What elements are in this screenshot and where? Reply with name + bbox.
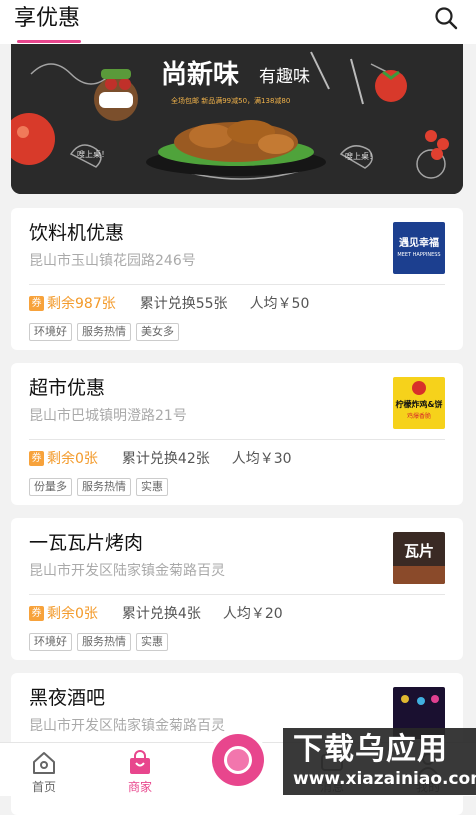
store-stats: 券剩余0张 累计兑换42张 人均￥30 — [29, 449, 292, 469]
exchange-count: 累计兑换4张 — [121, 606, 201, 622]
promo-banner[interactable]: 尚新味 有趣味 全场包邮 新品满99减50，满138减80 嗖上桌！ 嗖上桌！ — [11, 44, 463, 194]
avg-price: 人均￥50 — [249, 296, 310, 312]
watermark-url: www.xiazainiao.com — [293, 769, 476, 789]
camera-lens-icon — [224, 746, 252, 774]
store-card[interactable]: 一瓦瓦片烤肉 昆山市开发区陆家镇金菊路百灵 瓦片 券剩余0张 累计兑换4张 人均￥2… — [11, 518, 463, 660]
home-icon — [33, 752, 55, 774]
tab-label: 商家 — [127, 780, 152, 794]
store-address: 昆山市开发区陆家镇金菊路百灵 — [29, 563, 225, 579]
store-tags: 环境好 服务热情 美女多 — [29, 320, 184, 341]
avg-price: 人均￥30 — [231, 451, 292, 467]
store-stats: 券剩余987张 累计兑换55张 人均￥50 — [29, 294, 309, 314]
watermark: 下载乌应用 www.xiazainiao.com — [283, 728, 476, 795]
store-thumbnail: 柠檬炸鸡&饼 鸡爆香脆 — [393, 377, 445, 429]
banner-headline: 尚新味 — [161, 60, 240, 90]
coupon-icon: 券 — [29, 296, 44, 311]
banner-tag-left: 嗖上桌！ — [77, 150, 109, 159]
store-tag: 服务热情 — [77, 323, 131, 341]
store-thumbnail: 遇见幸福 MEET HAPPINESS — [393, 222, 445, 274]
store-tag: 环境好 — [29, 323, 72, 341]
chicken-logo-icon — [412, 381, 426, 395]
watermark-title: 下载乌应用 — [293, 732, 448, 767]
store-tag: 实惠 — [136, 633, 168, 651]
banner-tag-right: 嗖上桌！ — [345, 152, 377, 161]
shopping-bag-icon — [130, 750, 150, 774]
store-tags: 份量多 服务热情 实惠 — [29, 475, 173, 496]
title-active-indicator — [17, 40, 81, 43]
search-icon[interactable] — [434, 6, 458, 30]
store-name: 一瓦瓦片烤肉 — [29, 532, 144, 554]
store-tags: 环境好 服务热情 实惠 — [29, 630, 173, 651]
store-stats: 券剩余0张 累计兑换4张 人均￥20 — [29, 604, 283, 624]
camera-button[interactable] — [208, 730, 268, 790]
divider — [29, 439, 445, 440]
exchange-count: 累计兑换55张 — [139, 296, 228, 312]
store-address: 昆山市开发区陆家镇金菊路百灵 — [29, 718, 225, 734]
coupon-icon: 券 — [29, 606, 44, 621]
tab-merchants[interactable]: 商家 — [100, 743, 180, 796]
divider — [29, 284, 445, 285]
store-tag: 实惠 — [136, 478, 168, 496]
coupon-remaining: 剩余0张 — [47, 451, 98, 467]
tab-home[interactable]: 首页 — [4, 743, 84, 796]
store-tag: 美女多 — [136, 323, 179, 341]
store-address: 昆山市玉山镇花园路246号 — [29, 253, 196, 269]
exchange-count: 累计兑换42张 — [121, 451, 210, 467]
store-name: 黑夜酒吧 — [29, 687, 106, 709]
coupon-remaining: 剩余0张 — [47, 606, 98, 622]
coupon-remaining: 剩余987张 — [47, 296, 116, 312]
store-card[interactable]: 饮料机优惠 昆山市玉山镇花园路246号 遇见幸福 MEET HAPPINESS … — [11, 208, 463, 350]
store-name: 超市优惠 — [29, 377, 106, 399]
tab-label: 首页 — [31, 780, 56, 794]
coupon-icon: 券 — [29, 451, 44, 466]
store-card[interactable]: 超市优惠 昆山市巴城镇明澄路21号 柠檬炸鸡&饼 鸡爆香脆 券剩余0张 累计兑换4… — [11, 363, 463, 505]
avg-price: 人均￥20 — [222, 606, 283, 622]
page-title: 享优惠 — [14, 6, 81, 31]
store-tag: 份量多 — [29, 478, 72, 496]
store-thumbnail: 瓦片 — [393, 532, 445, 584]
banner-subheadline: 有趣味 — [259, 67, 310, 87]
store-tag: 服务热情 — [77, 478, 131, 496]
store-tag: 服务热情 — [77, 633, 131, 651]
divider — [29, 594, 445, 595]
store-address: 昆山市巴城镇明澄路21号 — [29, 408, 187, 424]
store-name: 饮料机优惠 — [29, 222, 125, 244]
banner-promo-text: 全场包邮 新品满99减50，满138减80 — [171, 97, 291, 105]
app-header: 享优惠 — [0, 0, 476, 44]
store-tag: 环境好 — [29, 633, 72, 651]
